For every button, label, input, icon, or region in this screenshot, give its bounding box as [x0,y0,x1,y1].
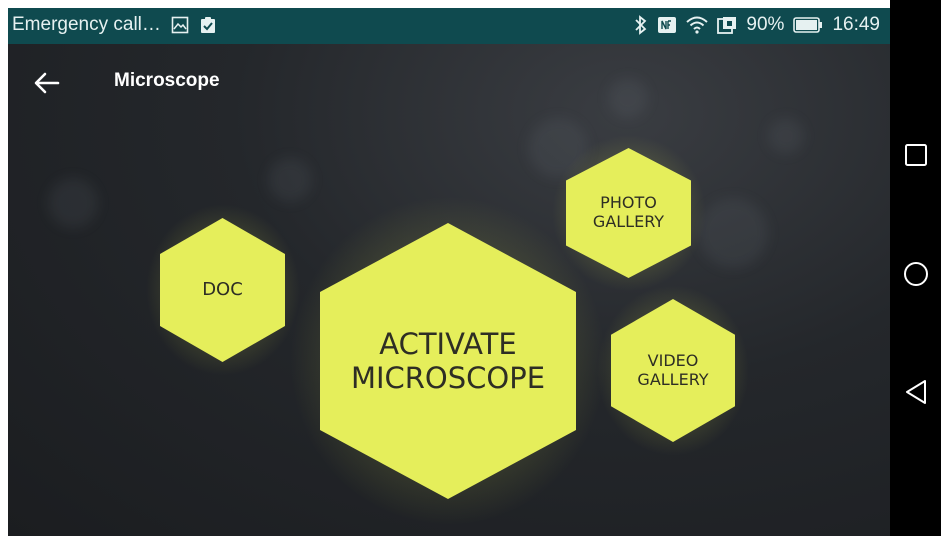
doc-button[interactable]: DOC [142,200,303,380]
activate-microscope-button[interactable]: ACTIVATE MICROSCOPE [284,189,612,533]
battery-saver-icon [717,16,737,34]
background-bokeh [768,118,804,154]
wifi-icon [686,16,709,34]
background-bokeh [48,178,98,228]
battery-icon [793,17,823,33]
back-triangle-icon[interactable] [900,376,932,408]
status-bar: Emergency call… 90% 16:49 [8,8,890,44]
nfc-icon [657,16,677,34]
app-bar: Microscope [8,60,890,104]
battery-percent: 90% [746,14,785,35]
video-gallery-button[interactable]: VIDEO GALLERY [593,281,753,460]
clipboard-check-icon [199,16,217,34]
photo-gallery-button[interactable]: PHOTO GALLERY [548,132,709,294]
activate-microscope-label: ACTIVATE MICROSCOPE [350,326,546,395]
bluetooth-icon [634,15,648,35]
home-icon[interactable] [900,258,932,290]
video-gallery-label: VIDEO GALLERY [637,350,709,389]
back-arrow-icon[interactable] [32,68,62,98]
background-bokeh [698,198,768,268]
page-title: Microscope [114,70,220,91]
image-icon [171,16,189,34]
clock: 16:49 [832,14,880,35]
recent-apps-icon[interactable] [900,139,932,171]
app-screen: Emergency call… 90% 16:49 Microscope DOC… [8,8,890,536]
doc-label: DOC [202,279,243,301]
photo-gallery-label: PHOTO GALLERY [592,193,665,231]
carrier-text: Emergency call… [12,14,161,35]
navigation-bar [890,0,941,536]
